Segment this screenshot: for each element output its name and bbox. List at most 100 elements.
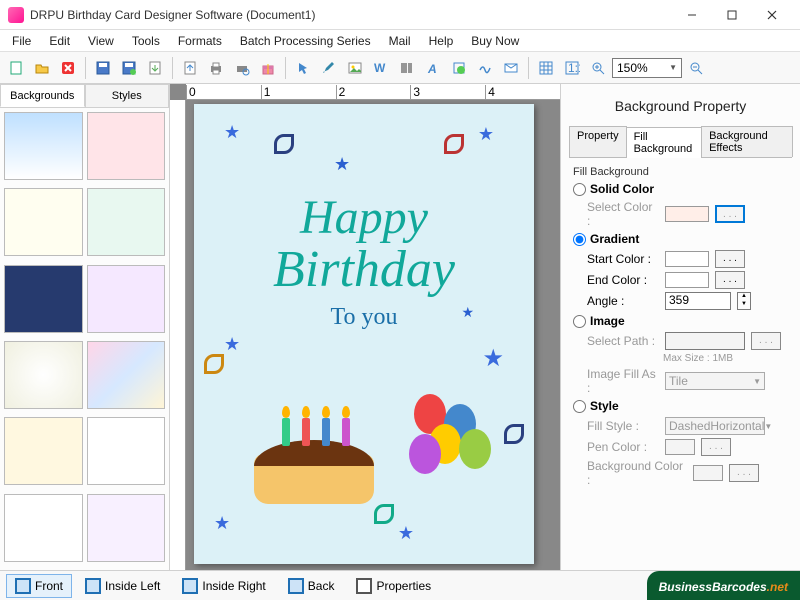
tab-backgrounds[interactable]: Backgrounds: [0, 84, 85, 107]
menu-formats[interactable]: Formats: [170, 32, 230, 50]
saveas-icon[interactable]: [117, 56, 141, 80]
titlebar: DRPU Birthday Card Designer Software (Do…: [0, 0, 800, 30]
grid-icon[interactable]: [534, 56, 558, 80]
import-icon[interactable]: [178, 56, 202, 80]
bg-thumb[interactable]: [87, 341, 166, 409]
radio-solid-input[interactable]: [573, 183, 586, 196]
pen-icon[interactable]: [317, 56, 341, 80]
angle-spinner[interactable]: ▲▼: [737, 292, 751, 310]
save-icon[interactable]: [91, 56, 115, 80]
end-color-picker-button[interactable]: . . .: [715, 271, 745, 289]
delete-icon[interactable]: [56, 56, 80, 80]
image-path-input[interactable]: [665, 332, 745, 350]
star-icon: ★: [334, 154, 350, 175]
page-front[interactable]: Front: [6, 574, 72, 598]
bg-color-picker-button[interactable]: . . .: [729, 464, 759, 482]
menu-mail[interactable]: Mail: [381, 32, 419, 50]
page-inside-left[interactable]: Inside Left: [76, 574, 169, 598]
fill-style-select[interactable]: DashedHorizontal▼: [665, 417, 765, 435]
bg-thumb[interactable]: [4, 265, 83, 333]
page-properties[interactable]: Properties: [347, 574, 440, 598]
confetti-icon: [204, 354, 224, 374]
ruler-horizontal: 01234: [186, 84, 560, 100]
bg-thumb[interactable]: [87, 417, 166, 485]
tab-styles[interactable]: Styles: [85, 84, 170, 107]
page-icon: [85, 578, 101, 594]
separator: [528, 57, 529, 79]
menu-buy[interactable]: Buy Now: [463, 32, 527, 50]
page-inside-right[interactable]: Inside Right: [173, 574, 274, 598]
wordart-icon[interactable]: W: [369, 56, 393, 80]
row-end-color: End Color : . . .: [587, 271, 788, 289]
canvas-area[interactable]: 01234 Happy Birthday To you ★ ★ ★ ★ ★ ★ …: [170, 84, 560, 570]
gift-icon[interactable]: [256, 56, 280, 80]
tab-property[interactable]: Property: [569, 126, 627, 157]
menu-file[interactable]: File: [4, 32, 39, 50]
menu-edit[interactable]: Edit: [41, 32, 78, 50]
bg-thumb[interactable]: [4, 417, 83, 485]
bg-thumb[interactable]: [87, 112, 166, 180]
image-icon[interactable]: [343, 56, 367, 80]
toolbar: W A 1:1 150%▼: [0, 52, 800, 84]
menu-help[interactable]: Help: [421, 32, 462, 50]
row-bg-color: Background Color : . . .: [587, 459, 788, 487]
chevron-down-icon: ▼: [669, 63, 677, 72]
image-fillas-select[interactable]: Tile▼: [665, 372, 765, 390]
preview-icon[interactable]: [230, 56, 254, 80]
bg-thumb[interactable]: [4, 341, 83, 409]
close-button[interactable]: [752, 1, 792, 29]
menu-view[interactable]: View: [80, 32, 122, 50]
solid-color-swatch[interactable]: [665, 206, 709, 222]
bg-thumb[interactable]: [87, 494, 166, 562]
angle-input[interactable]: 359: [665, 292, 731, 310]
radio-image[interactable]: Image: [573, 314, 788, 328]
envelope-icon[interactable]: [499, 56, 523, 80]
window-title: DRPU Birthday Card Designer Software (Do…: [30, 8, 672, 22]
solid-color-picker-button[interactable]: . . .: [715, 205, 745, 223]
bg-thumb[interactable]: [4, 188, 83, 256]
bg-thumb[interactable]: [87, 265, 166, 333]
menu-batch[interactable]: Batch Processing Series: [232, 32, 379, 50]
zoom-out-icon[interactable]: [684, 56, 708, 80]
pen-color-picker-button[interactable]: . . .: [701, 438, 731, 456]
barcode-icon[interactable]: [395, 56, 419, 80]
image-browse-button[interactable]: . . .: [751, 332, 781, 350]
bg-thumb[interactable]: [4, 112, 83, 180]
start-color-picker-button[interactable]: . . .: [715, 250, 745, 268]
bg-color-swatch[interactable]: [693, 465, 723, 481]
zoom-in-icon[interactable]: [586, 56, 610, 80]
radio-image-input[interactable]: [573, 315, 586, 328]
row-fill-style: Fill Style : DashedHorizontal▼: [587, 417, 788, 435]
page-back[interactable]: Back: [279, 574, 344, 598]
tab-background-effects[interactable]: Background Effects: [701, 126, 793, 157]
shape-icon[interactable]: [447, 56, 471, 80]
pointer-icon[interactable]: [291, 56, 315, 80]
minimize-button[interactable]: [672, 1, 712, 29]
radio-gradient-input[interactable]: [573, 233, 586, 246]
start-color-swatch[interactable]: [665, 251, 709, 267]
signature-icon[interactable]: [473, 56, 497, 80]
radio-style-input[interactable]: [573, 400, 586, 413]
bg-thumb[interactable]: [4, 494, 83, 562]
actual-size-icon[interactable]: 1:1: [560, 56, 584, 80]
radio-solid[interactable]: Solid Color: [573, 182, 788, 196]
new-icon[interactable]: [4, 56, 28, 80]
radio-style[interactable]: Style: [573, 399, 788, 413]
radio-gradient[interactable]: Gradient: [573, 232, 788, 246]
tab-fill-background[interactable]: Fill Background: [626, 127, 702, 158]
export-icon[interactable]: [143, 56, 167, 80]
max-size-note: Max Size : 1MB: [663, 353, 788, 364]
text-icon[interactable]: A: [421, 56, 445, 80]
pen-color-swatch[interactable]: [665, 439, 695, 455]
row-select-path: Select Path : . . .: [587, 332, 788, 350]
menu-tools[interactable]: Tools: [124, 32, 168, 50]
row-image-fillas: Image Fill As : Tile▼: [587, 367, 788, 395]
bg-thumb[interactable]: [87, 188, 166, 256]
end-color-swatch[interactable]: [665, 272, 709, 288]
open-icon[interactable]: [30, 56, 54, 80]
star-icon: ★: [398, 523, 414, 544]
card-canvas[interactable]: Happy Birthday To you ★ ★ ★ ★ ★ ★ ★ ★: [194, 104, 534, 564]
maximize-button[interactable]: [712, 1, 752, 29]
print-icon[interactable]: [204, 56, 228, 80]
zoom-input[interactable]: 150%▼: [612, 58, 682, 78]
